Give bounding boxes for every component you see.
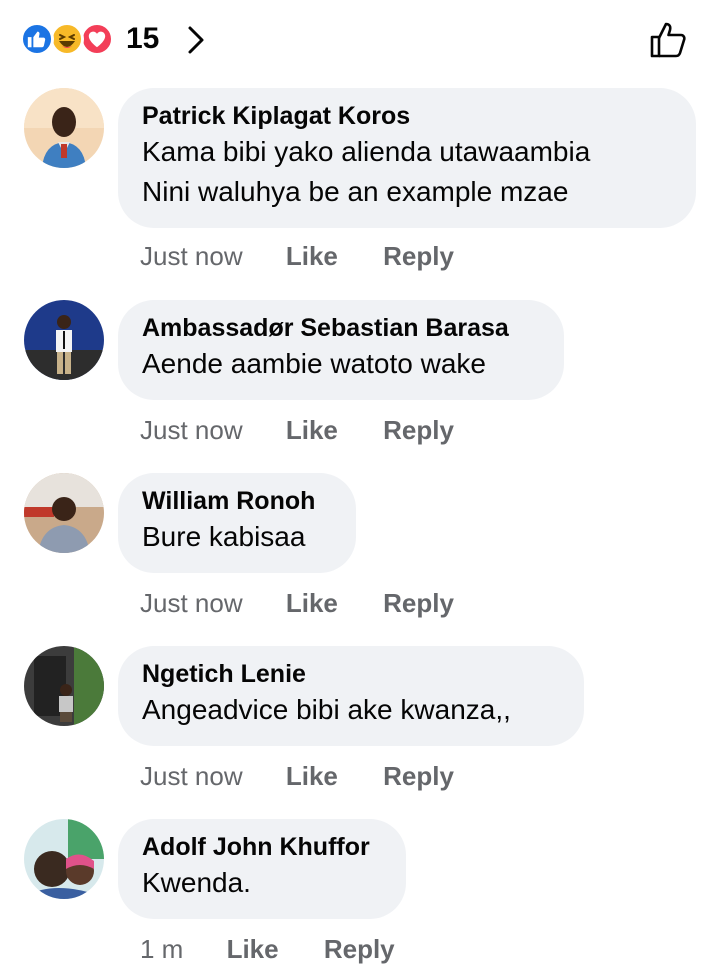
- comment-bubble[interactable]: Adolf John Khuffor Kwenda.: [118, 819, 406, 919]
- reactions-bar[interactable]: 15: [20, 16, 700, 66]
- like-button[interactable]: Like: [286, 585, 338, 621]
- reply-button[interactable]: Reply: [324, 931, 395, 967]
- comment-bubble[interactable]: Ngetich Lenie Angeadvice bibi ake kwanza…: [118, 646, 584, 746]
- haha-reaction-icon: [50, 22, 84, 56]
- comment-author[interactable]: Patrick Kiplagat Koros: [142, 100, 672, 132]
- comment-author[interactable]: Ngetich Lenie: [142, 658, 560, 690]
- comment-item: Ambassadør Sebastian Barasa Aende aambie…: [24, 300, 704, 460]
- comment-meta: Just now Like Reply: [140, 238, 454, 274]
- comment-timestamp[interactable]: Just now: [140, 412, 243, 448]
- like-reaction-icon: [20, 22, 54, 56]
- avatar[interactable]: [24, 473, 104, 553]
- comment-meta: Just now Like Reply: [140, 412, 454, 448]
- comment-text: Kama bibi yako alienda utawaambia Nini w…: [142, 136, 591, 207]
- reply-button[interactable]: Reply: [383, 238, 454, 274]
- comment-meta: Just now Like Reply: [140, 585, 454, 621]
- love-reaction-icon: [80, 22, 114, 56]
- comment-text: Angeadvice bibi ake kwanza,,: [142, 694, 511, 725]
- reply-button[interactable]: Reply: [383, 412, 454, 448]
- comment-item: Adolf John Khuffor Kwenda. 1 m Like Repl…: [24, 819, 704, 977]
- comment-text: Bure kabisaa: [142, 521, 306, 552]
- comment-meta: 1 m Like Reply: [140, 931, 395, 967]
- like-button[interactable]: Like: [227, 931, 279, 967]
- like-button[interactable]: Like: [286, 758, 338, 794]
- comment-timestamp[interactable]: Just now: [140, 585, 243, 621]
- avatar[interactable]: [24, 646, 104, 726]
- comment-timestamp[interactable]: 1 m: [140, 931, 183, 967]
- chevron-right-icon[interactable]: [182, 24, 210, 56]
- comment-bubble[interactable]: William Ronoh Bure kabisaa: [118, 473, 356, 573]
- reply-button[interactable]: Reply: [383, 758, 454, 794]
- comment-meta: Just now Like Reply: [140, 758, 454, 794]
- comment-timestamp[interactable]: Just now: [140, 238, 243, 274]
- comment-text: Aende aambie watoto wake: [142, 348, 486, 379]
- avatar[interactable]: [24, 88, 104, 168]
- comment-timestamp[interactable]: Just now: [140, 758, 243, 794]
- avatar[interactable]: [24, 819, 104, 899]
- comment-author[interactable]: William Ronoh: [142, 485, 332, 517]
- like-button[interactable]: Like: [286, 238, 338, 274]
- comment-author[interactable]: Ambassadør Sebastian Barasa: [142, 312, 540, 344]
- comment-bubble[interactable]: Ambassadør Sebastian Barasa Aende aambie…: [118, 300, 564, 400]
- reaction-count[interactable]: 15: [126, 20, 159, 58]
- comment-item: William Ronoh Bure kabisaa Just now Like…: [24, 473, 704, 633]
- comment-text: Kwenda.: [142, 867, 251, 898]
- like-button[interactable]: Like: [286, 412, 338, 448]
- comment-item: Ngetich Lenie Angeadvice bibi ake kwanza…: [24, 646, 704, 806]
- comment-author[interactable]: Adolf John Khuffor: [142, 831, 382, 863]
- avatar[interactable]: [24, 300, 104, 380]
- reaction-icons[interactable]: [20, 22, 124, 56]
- comment-bubble[interactable]: Patrick Kiplagat Koros Kama bibi yako al…: [118, 88, 696, 228]
- comment-item: Patrick Kiplagat Koros Kama bibi yako al…: [24, 88, 704, 288]
- thumbs-up-icon[interactable]: [648, 20, 688, 60]
- reply-button[interactable]: Reply: [383, 585, 454, 621]
